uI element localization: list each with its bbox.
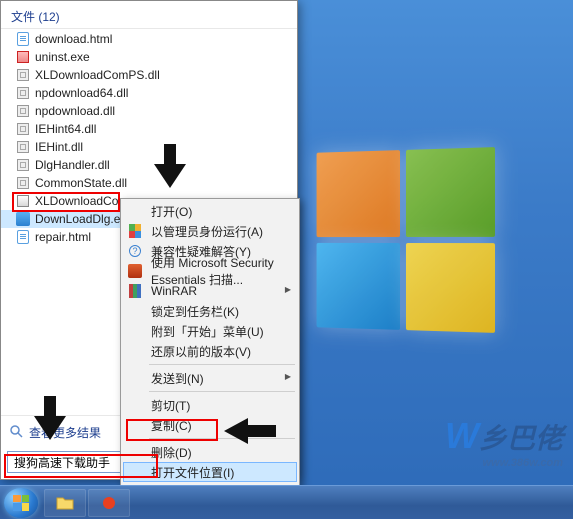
file-item-label: CommonState.dll bbox=[35, 176, 127, 190]
file-item-label: DownLoadDlg.exe bbox=[35, 212, 133, 226]
file-item[interactable]: uninst.exe bbox=[1, 48, 297, 66]
dll-icon bbox=[15, 103, 31, 119]
cm-mse-scan[interactable]: 使用 Microsoft Security Essentials 扫描... bbox=[123, 261, 297, 281]
cm-open[interactable]: 打开(O) bbox=[123, 201, 297, 221]
file-item[interactable]: CommonState.dll bbox=[1, 174, 297, 192]
html-icon bbox=[15, 229, 31, 245]
taskbar-pinned-app[interactable] bbox=[88, 489, 130, 517]
cm-send-to[interactable]: 发送到(N) bbox=[123, 368, 297, 388]
mse-icon bbox=[127, 263, 143, 279]
file-item[interactable]: npdownload64.dll bbox=[1, 84, 297, 102]
file-item-label: uninst.exe bbox=[35, 50, 90, 64]
cm-pin-start[interactable]: 附到「开始」菜单(U) bbox=[123, 321, 297, 341]
windows-logo bbox=[317, 147, 495, 333]
dll-icon bbox=[15, 121, 31, 137]
exe-red-icon bbox=[15, 49, 31, 65]
file-item[interactable]: IEHint64.dll bbox=[1, 120, 297, 138]
dll-icon bbox=[15, 157, 31, 173]
separator bbox=[149, 391, 295, 392]
group-header-files: 文件 (12) bbox=[1, 5, 297, 29]
file-item[interactable]: XLDownloadComPS.dll bbox=[1, 66, 297, 84]
watermark: W乡巴佬 www.386w.com bbox=[445, 415, 563, 469]
winrar-icon bbox=[127, 283, 143, 299]
windows-flag-icon bbox=[13, 495, 29, 511]
annotation-arrow-left-icon bbox=[222, 416, 278, 446]
dll-icon bbox=[15, 175, 31, 191]
taskbar-pinned-app[interactable] bbox=[44, 489, 86, 517]
app-icon bbox=[15, 211, 31, 227]
cm-restore-prev[interactable]: 还原以前的版本(V) bbox=[123, 341, 297, 361]
file-item-label: download.html bbox=[35, 32, 112, 46]
file-item-label: npdownload.dll bbox=[35, 104, 115, 118]
cm-run-as-admin[interactable]: 以管理员身份运行(A) bbox=[123, 221, 297, 241]
shield-icon bbox=[127, 223, 143, 239]
dll-icon bbox=[15, 85, 31, 101]
exe-icon bbox=[15, 193, 31, 209]
app-icon bbox=[100, 495, 118, 511]
file-item-label: npdownload64.dll bbox=[35, 86, 128, 100]
file-item[interactable]: IEHint.dll bbox=[1, 138, 297, 156]
html-icon bbox=[15, 31, 31, 47]
cm-pin-taskbar[interactable]: 锁定到任务栏(K) bbox=[123, 301, 297, 321]
start-button[interactable] bbox=[4, 488, 38, 518]
file-item-label: repair.html bbox=[35, 230, 91, 244]
file-item-label: IEHint64.dll bbox=[35, 122, 96, 136]
file-item[interactable]: download.html bbox=[1, 30, 297, 48]
cm-cut[interactable]: 剪切(T) bbox=[123, 395, 297, 415]
separator bbox=[149, 364, 295, 365]
file-item[interactable]: npdownload.dll bbox=[1, 102, 297, 120]
dll-icon bbox=[15, 67, 31, 83]
see-more-label: 查看更多结果 bbox=[29, 424, 101, 441]
context-menu: 打开(O) 以管理员身份运行(A) ? 兼容性疑难解答(Y) 使用 Micros… bbox=[120, 198, 300, 512]
file-item-label: XLDownloadComPS.dll bbox=[35, 68, 160, 82]
dll-icon bbox=[15, 139, 31, 155]
taskbar bbox=[0, 485, 573, 519]
file-item-label: IEHint.dll bbox=[35, 140, 83, 154]
folder-icon bbox=[56, 495, 74, 511]
search-icon bbox=[9, 424, 23, 441]
cm-winrar[interactable]: WinRAR bbox=[123, 281, 297, 301]
file-item-label: DlgHandler.dll bbox=[35, 158, 110, 172]
help-icon: ? bbox=[127, 243, 143, 259]
cm-open-file-location[interactable]: 打开文件位置(I) bbox=[123, 462, 297, 482]
file-item[interactable]: DlgHandler.dll bbox=[1, 156, 297, 174]
